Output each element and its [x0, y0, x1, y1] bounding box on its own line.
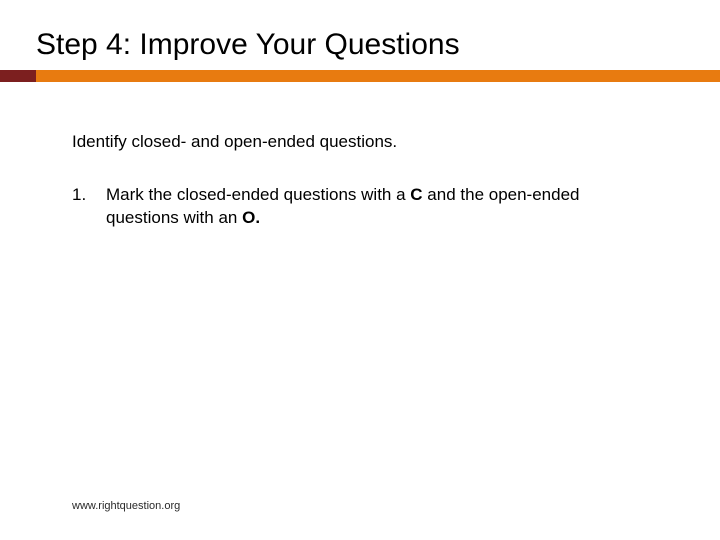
slide-body: Identify closed- and open-ended question… [0, 82, 720, 230]
footer-url: www.rightquestion.org [72, 500, 180, 512]
text-o: O. [242, 208, 260, 227]
text-c: C [410, 185, 422, 204]
text-pre: Mark the closed-ended questions with a [106, 185, 410, 204]
list-item: 1. Mark the closed-ended questions with … [72, 184, 660, 230]
divider-bar [0, 70, 720, 82]
slide-title: Step 4: Improve Your Questions [0, 0, 720, 70]
divider-accent [0, 70, 36, 82]
list-number: 1. [72, 184, 98, 230]
instruction-list: 1. Mark the closed-ended questions with … [72, 184, 660, 230]
slide: Step 4: Improve Your Questions Identify … [0, 0, 720, 540]
list-text: Mark the closed-ended questions with a C… [98, 184, 660, 230]
intro-text: Identify closed- and open-ended question… [72, 132, 660, 152]
